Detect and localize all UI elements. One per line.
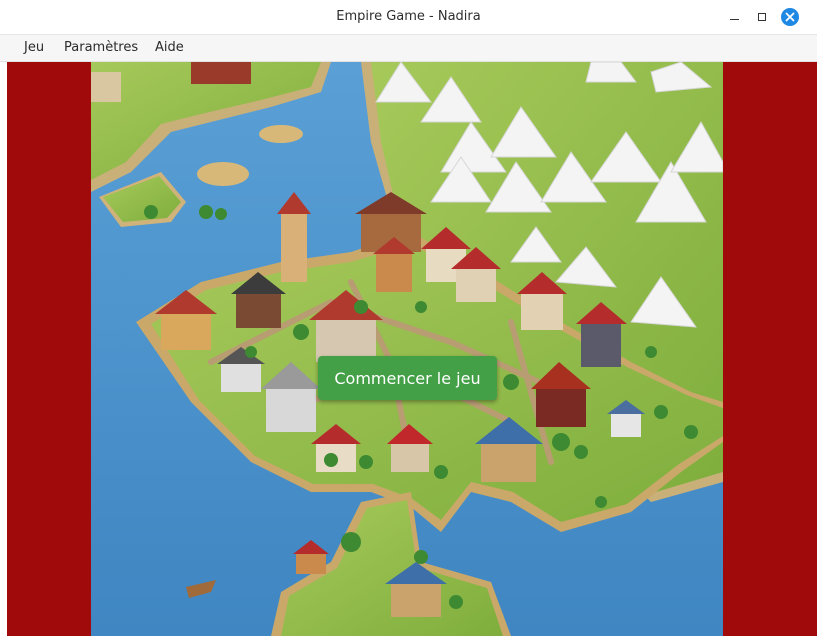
menu-parametres[interactable]: Paramètres — [64, 40, 138, 55]
maximize-button[interactable] — [752, 7, 772, 27]
menu-jeu[interactable]: Jeu — [24, 40, 44, 55]
maximize-icon — [758, 13, 766, 21]
start-game-button[interactable]: Commencer le jeu — [318, 356, 497, 400]
menu-bar: Jeu Paramètres Aide — [0, 35, 817, 62]
game-area: Commencer le jeu — [7, 62, 817, 636]
window-title: Empire Game - Nadira — [336, 9, 481, 24]
close-button[interactable] — [780, 7, 800, 27]
menu-aide[interactable]: Aide — [155, 40, 184, 55]
title-bar[interactable]: Empire Game - Nadira — [0, 0, 817, 35]
close-icon — [781, 8, 799, 26]
minimize-button[interactable] — [724, 7, 744, 27]
app-window: Empire Game - Nadira Jeu Paramètres Aide — [0, 0, 817, 636]
game-map-image — [91, 62, 723, 636]
minimize-icon — [729, 18, 739, 20]
